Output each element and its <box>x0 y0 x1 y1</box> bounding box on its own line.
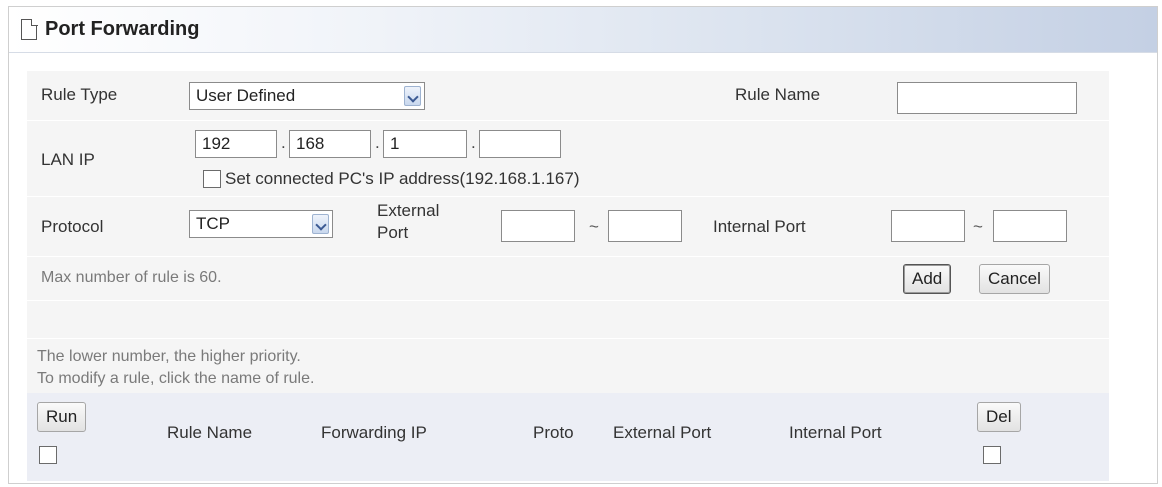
protocol-value: TCP <box>196 214 230 233</box>
internal-port-to-input[interactable] <box>993 210 1067 242</box>
lan-ip-label: LAN IP <box>41 150 95 169</box>
range-separator: ~ <box>973 217 983 236</box>
ip-dot: . <box>375 133 380 152</box>
document-icon <box>21 18 38 40</box>
column-proto: Proto <box>533 423 574 442</box>
column-external-port: External Port <box>613 423 712 442</box>
priority-note: The lower number, the higher priority. <box>37 348 301 365</box>
del-button[interactable]: Del <box>977 402 1021 432</box>
set-connected-pc-ip-checkbox[interactable] <box>203 170 221 188</box>
external-port-label-line2: Port <box>377 223 409 242</box>
rule-type-value: User Defined <box>196 86 296 105</box>
port-forwarding-panel: Port Forwarding Rule Type User Defined R… <box>8 6 1158 484</box>
panel-title: Port Forwarding <box>45 18 200 40</box>
rule-type-row: Rule Type User Defined Rule Name <box>27 71 1109 121</box>
ip-dot: . <box>281 133 286 152</box>
ip-dot: . <box>471 133 476 152</box>
lan-ip-octet-3[interactable]: 1 <box>383 130 467 158</box>
internal-port-label: Internal Port <box>713 217 806 236</box>
rule-name-input[interactable] <box>897 82 1077 114</box>
protocol-row: Protocol TCP External Port ~ Internal Po… <box>27 197 1109 257</box>
rule-name-label: Rule Name <box>735 85 821 104</box>
lan-ip-row: LAN IP 192 . 168 . 1 . Set connected PC'… <box>27 121 1109 197</box>
internal-port-from-input[interactable] <box>891 210 965 242</box>
rule-type-label: Rule Type <box>41 85 118 104</box>
lan-ip-octet-1[interactable]: 192 <box>195 130 277 158</box>
actions-row: Max number of rule is 60. Add Cancel <box>27 257 1109 301</box>
external-port-label-line1: External <box>377 201 440 220</box>
external-port-from-input[interactable] <box>501 210 575 242</box>
column-rule-name: Rule Name <box>167 423 253 442</box>
run-select-all-checkbox[interactable] <box>39 446 57 464</box>
external-port-to-input[interactable] <box>608 210 682 242</box>
chevron-down-icon[interactable] <box>404 86 421 106</box>
cancel-button[interactable]: Cancel <box>979 264 1050 294</box>
column-forwarding-ip: Forwarding IP <box>321 423 427 442</box>
lan-ip-octet-2[interactable]: 168 <box>289 130 371 158</box>
max-rule-note: Max number of rule is 60. <box>41 269 222 286</box>
add-button[interactable]: Add <box>903 264 952 294</box>
chevron-down-icon[interactable] <box>312 214 329 234</box>
rule-type-select[interactable]: User Defined <box>189 82 425 110</box>
set-connected-pc-ip-label: Set connected PC's IP address(192.168.1.… <box>225 169 580 188</box>
protocol-select[interactable]: TCP <box>189 210 333 238</box>
run-button[interactable]: Run <box>37 402 87 432</box>
spacer-row <box>27 301 1109 339</box>
column-internal-port: Internal Port <box>789 423 882 442</box>
rule-list-header: Run Rule Name Forwarding IP Proto Extern… <box>27 393 1109 481</box>
range-separator: ~ <box>589 217 599 236</box>
lan-ip-octet-4[interactable] <box>479 130 561 158</box>
del-select-all-checkbox[interactable] <box>983 446 1001 464</box>
protocol-label: Protocol <box>41 217 104 236</box>
form-area: Rule Type User Defined Rule Name LAN IP … <box>27 71 1109 481</box>
modify-rule-note: To modify a rule, click the name of rule… <box>37 370 315 387</box>
panel-title-bar: Port Forwarding <box>9 7 1157 53</box>
